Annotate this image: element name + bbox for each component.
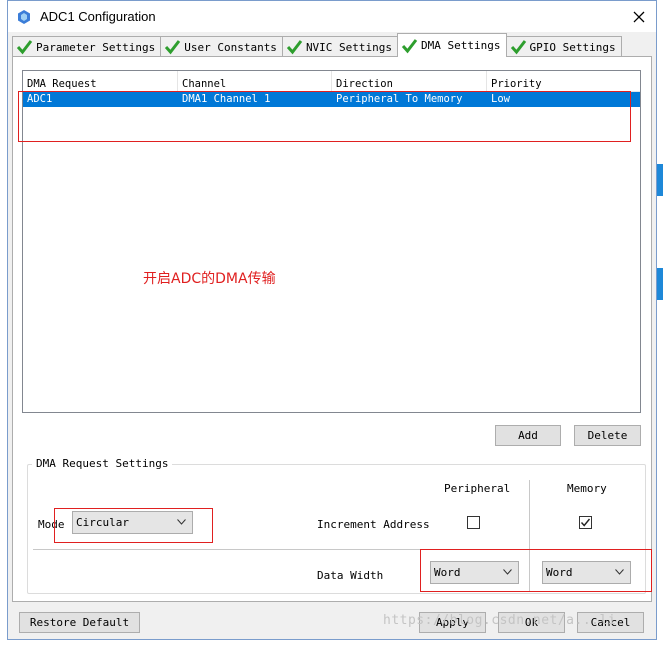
mode-value: Circular — [76, 516, 129, 529]
table-header: DMA Request Channel Direction Priority — [23, 71, 640, 92]
annotation-note: 开启ADC的DMA传输 — [143, 271, 276, 287]
checkmark-icon — [165, 40, 181, 55]
app-icon — [16, 9, 32, 25]
peripheral-header: Peripheral — [444, 482, 511, 495]
tab-label: User Constants — [184, 40, 277, 54]
cell-dma-request: ADC1 — [27, 93, 53, 105]
increment-address-label: Increment Address — [317, 518, 430, 531]
chevron-down-icon — [615, 569, 624, 575]
ok-button[interactable]: Ok — [498, 612, 565, 633]
column-header-direction[interactable]: Direction — [332, 71, 487, 92]
apply-button[interactable]: Apply — [419, 612, 486, 633]
tab-parameter-settings[interactable]: Parameter Settings — [12, 36, 162, 57]
dma-settings-panel: DMA Request Channel Direction Priority A… — [12, 56, 652, 602]
peripheral-width-value: Word — [434, 566, 461, 579]
column-header-channel[interactable]: Channel — [178, 71, 332, 92]
dma-request-table: DMA Request Channel Direction Priority A… — [22, 70, 641, 413]
memory-data-width-select[interactable]: Word — [542, 561, 631, 584]
data-width-label: Data Width — [317, 569, 384, 582]
chevron-down-icon — [503, 569, 512, 575]
title-bar: ADC1 Configuration — [8, 1, 656, 32]
peripheral-data-width-select[interactable]: Word — [430, 561, 519, 584]
tab-dma-settings[interactable]: DMA Settings — [397, 33, 507, 57]
tab-nvic-settings[interactable]: NVIC Settings — [281, 36, 399, 57]
tab-strip: Parameter Settings User Constants NVIC S… — [12, 33, 622, 57]
mode-label: Mode — [38, 518, 65, 531]
close-button[interactable] — [628, 6, 650, 28]
column-divider — [529, 480, 530, 592]
column-header-priority[interactable]: Priority — [487, 71, 640, 92]
delete-button[interactable]: Delete — [574, 425, 641, 446]
restore-default-button[interactable]: Restore Default — [19, 612, 140, 633]
group-title: DMA Request Settings — [32, 457, 173, 470]
tab-label: GPIO Settings — [529, 40, 616, 54]
cell-channel: DMA1 Channel 1 — [182, 93, 271, 105]
tab-gpio-settings[interactable]: GPIO Settings — [505, 36, 622, 57]
mode-select[interactable]: Circular — [72, 511, 193, 534]
cancel-button[interactable]: Cancel — [577, 612, 644, 633]
tab-label: NVIC Settings — [305, 40, 393, 54]
cell-priority: Low — [491, 93, 510, 105]
checkmark-icon — [580, 518, 591, 527]
close-icon — [633, 11, 645, 23]
chevron-down-icon — [177, 519, 186, 525]
tab-label: Parameter Settings — [36, 40, 156, 54]
column-header-dma-request[interactable]: DMA Request — [23, 71, 178, 92]
checkmark-icon — [401, 38, 418, 53]
memory-increment-checkbox[interactable] — [579, 516, 592, 529]
adc1-configuration-dialog: ADC1 Configuration Parameter Settings Us… — [7, 0, 657, 640]
cell-direction: Peripheral To Memory — [336, 93, 463, 105]
tab-label: DMA Settings — [421, 39, 501, 52]
checkmark-icon — [510, 40, 526, 55]
checkmark-icon — [286, 40, 303, 55]
table-row[interactable]: ADC1 DMA1 Channel 1 Peripheral To Memory… — [23, 92, 640, 107]
tab-user-constants[interactable]: User Constants — [160, 36, 283, 57]
window-title: ADC1 Configuration — [40, 9, 156, 24]
settings-divider — [33, 549, 640, 550]
peripheral-increment-checkbox[interactable] — [467, 516, 480, 529]
memory-width-value: Word — [546, 566, 573, 579]
checkmark-icon — [16, 40, 33, 55]
memory-header: Memory — [567, 482, 607, 495]
add-button[interactable]: Add — [495, 425, 561, 446]
